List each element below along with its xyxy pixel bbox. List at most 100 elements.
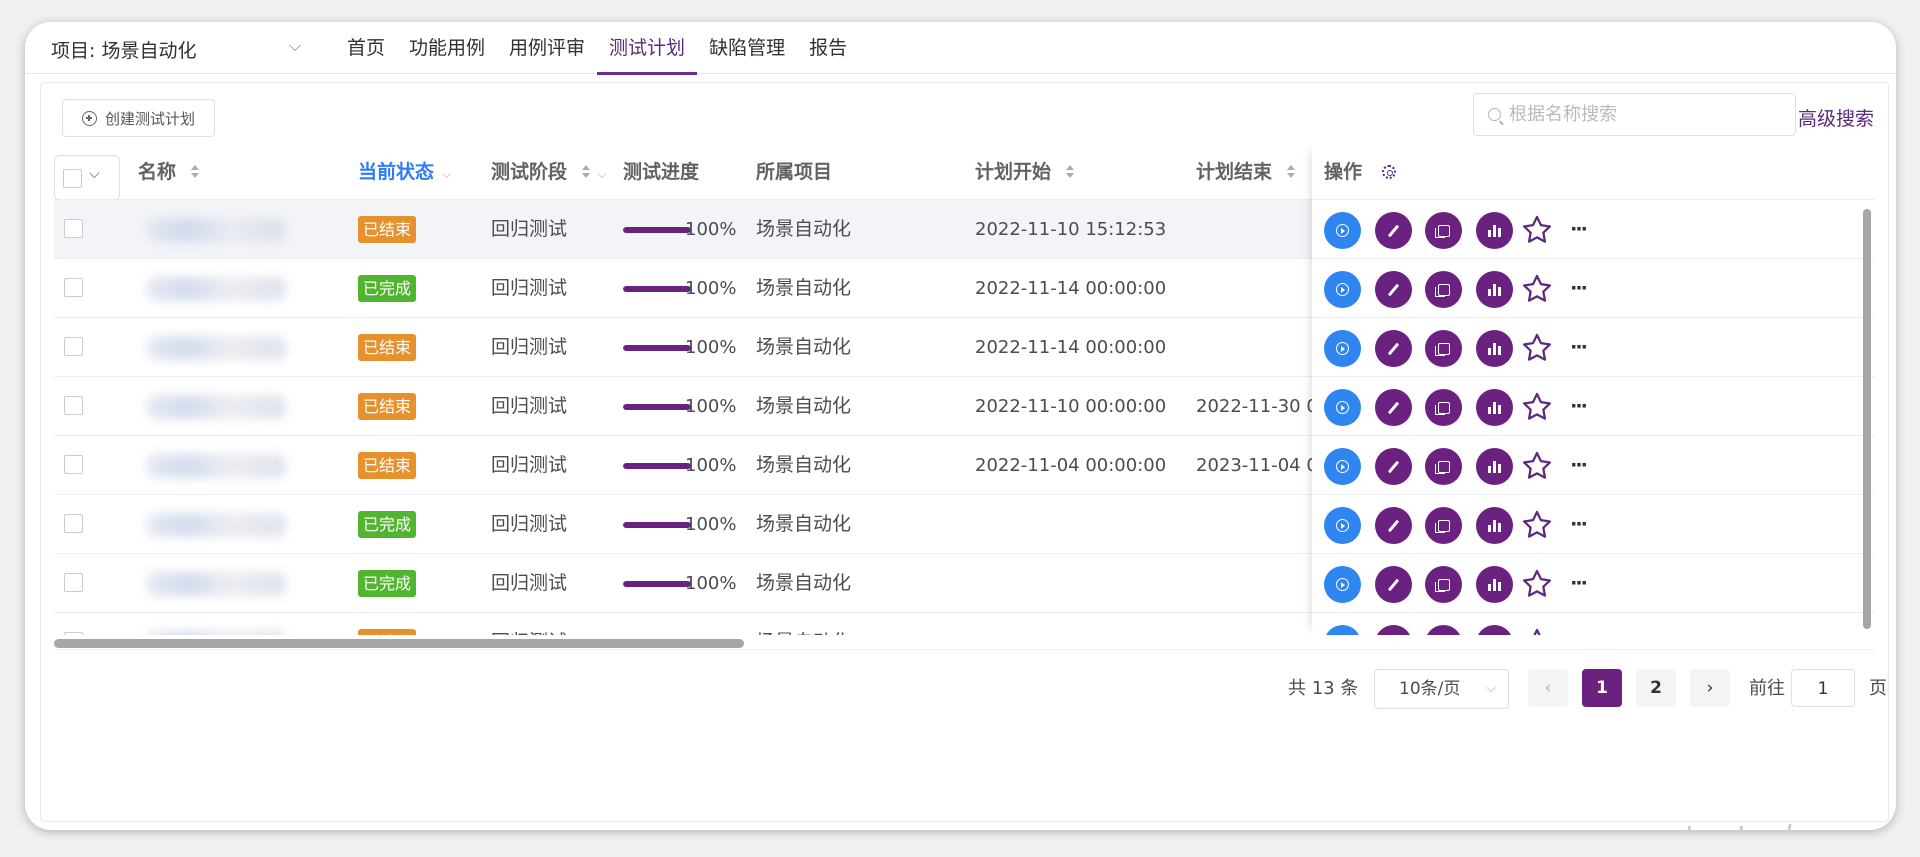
row-checkbox[interactable] <box>64 337 83 356</box>
plan-name-blurred[interactable] <box>146 395 286 419</box>
plan-name-blurred[interactable] <box>146 454 286 478</box>
edit-plan-button[interactable] <box>1375 566 1412 603</box>
chevron-down-icon: ⌵ <box>89 166 100 182</box>
column-header-stage[interactable]: 测试阶段 ⌵ <box>491 145 607 200</box>
page-size-select[interactable]: 10条/页 ⌵ <box>1374 669 1509 709</box>
run-plan-button[interactable] <box>1324 212 1361 249</box>
vertical-scrollbar[interactable] <box>1863 209 1871 629</box>
copy-plan-button[interactable] <box>1425 212 1462 249</box>
more-icon[interactable]: ··· <box>1565 273 1591 303</box>
page-button-2[interactable]: 2 <box>1636 669 1676 707</box>
star-icon[interactable] <box>1520 625 1554 635</box>
progress-text: 100% <box>685 278 737 299</box>
more-icon[interactable]: ··· <box>1565 450 1591 480</box>
plan-report-button[interactable] <box>1476 271 1513 308</box>
run-plan-button[interactable] <box>1324 566 1361 603</box>
plan-report-button[interactable] <box>1476 448 1513 485</box>
sort-icon[interactable] <box>1065 163 1074 179</box>
run-plan-button[interactable] <box>1324 625 1361 635</box>
edit-plan-button[interactable] <box>1375 212 1412 249</box>
filter-chevron-icon[interactable]: ⌵ <box>598 167 607 181</box>
plan-name-blurred[interactable] <box>146 572 286 596</box>
next-page-button[interactable]: › <box>1690 669 1730 707</box>
column-header-status[interactable]: 当前状态 ⌵ <box>358 145 451 200</box>
plan-name-blurred[interactable] <box>146 513 286 537</box>
search-box[interactable] <box>1473 93 1796 136</box>
edit-plan-button[interactable] <box>1375 448 1412 485</box>
row-checkbox[interactable] <box>64 632 83 635</box>
nav-tab[interactable]: 用例评审 <box>497 22 597 74</box>
column-header-name[interactable]: 名称 <box>138 145 199 200</box>
page-button-1[interactable]: 1 <box>1582 669 1622 707</box>
row-checkbox[interactable] <box>64 573 83 592</box>
search-input[interactable] <box>1509 104 1779 125</box>
advanced-search-link[interactable]: 高级搜索 <box>1798 104 1874 131</box>
more-icon[interactable]: ··· <box>1565 214 1591 244</box>
copy-plan-button[interactable] <box>1425 625 1462 635</box>
copy-plan-button[interactable] <box>1425 389 1462 426</box>
goto-page-input[interactable]: 1 <box>1791 669 1855 707</box>
run-plan-button[interactable] <box>1324 507 1361 544</box>
prev-page-button[interactable]: ‹ <box>1528 669 1568 707</box>
edit-plan-button[interactable] <box>1375 507 1412 544</box>
nav-tab[interactable]: 首页 <box>335 22 397 74</box>
more-icon[interactable]: ··· <box>1565 509 1591 539</box>
copy-plan-button[interactable] <box>1425 330 1462 367</box>
star-icon[interactable] <box>1520 448 1554 484</box>
select-all-checkbox[interactable] <box>63 169 82 188</box>
row-checkbox[interactable] <box>64 396 83 415</box>
run-plan-button[interactable] <box>1324 271 1361 308</box>
copy-plan-button[interactable] <box>1425 448 1462 485</box>
plan-report-button[interactable] <box>1476 566 1513 603</box>
edit-plan-button[interactable] <box>1375 330 1412 367</box>
star-icon[interactable] <box>1520 330 1554 366</box>
run-plan-button[interactable] <box>1324 389 1361 426</box>
plan-report-button[interactable] <box>1476 389 1513 426</box>
nav-tab[interactable]: 缺陷管理 <box>697 22 797 74</box>
select-all-dropdown[interactable]: ⌵ <box>54 155 120 201</box>
column-header-plan-end[interactable]: 计划结束 <box>1196 145 1295 200</box>
create-test-plan-button[interactable]: 创建测试计划 <box>62 99 215 137</box>
row-checkbox[interactable] <box>64 514 83 533</box>
more-icon[interactable]: ··· <box>1565 332 1591 362</box>
row-checkbox[interactable] <box>64 455 83 474</box>
nav-tab[interactable]: 报告 <box>797 22 859 74</box>
plan-name-blurred[interactable] <box>146 336 286 360</box>
row-checkbox[interactable] <box>64 278 83 297</box>
bar-chart-icon <box>1488 460 1501 473</box>
nav-tab[interactable]: 测试计划 <box>597 22 698 75</box>
sort-icon[interactable] <box>190 163 199 179</box>
star-icon[interactable] <box>1520 507 1554 543</box>
star-icon[interactable] <box>1520 271 1554 307</box>
plan-report-button[interactable] <box>1476 212 1513 249</box>
column-header-plan-start[interactable]: 计划开始 <box>975 145 1074 200</box>
nav-tab[interactable]: 功能用例 <box>397 22 497 74</box>
copy-plan-button[interactable] <box>1425 507 1462 544</box>
plan-report-button[interactable] <box>1476 625 1513 635</box>
sort-icon[interactable] <box>581 163 590 179</box>
plan-name-blurred[interactable] <box>146 277 286 301</box>
edit-plan-button[interactable] <box>1375 271 1412 308</box>
run-plan-button[interactable] <box>1324 448 1361 485</box>
project-select[interactable]: 项目: 场景自动化 ⌵ <box>51 36 301 62</box>
edit-plan-button[interactable] <box>1375 625 1412 635</box>
star-icon[interactable] <box>1520 389 1554 425</box>
copy-plan-button[interactable] <box>1425 271 1462 308</box>
row-checkbox[interactable] <box>64 219 83 238</box>
plan-report-button[interactable] <box>1476 507 1513 544</box>
more-icon[interactable]: ··· <box>1565 627 1591 635</box>
star-icon[interactable] <box>1520 212 1554 248</box>
plan-report-button[interactable] <box>1476 330 1513 367</box>
plan-name-blurred[interactable] <box>146 218 286 242</box>
filter-chevron-icon[interactable]: ⌵ <box>442 167 451 181</box>
copy-plan-button[interactable] <box>1425 566 1462 603</box>
more-icon[interactable]: ··· <box>1565 568 1591 598</box>
settings-gear-icon[interactable] <box>1382 165 1396 179</box>
plan-name-blurred[interactable] <box>146 631 286 635</box>
sort-icon[interactable] <box>1286 163 1295 179</box>
more-icon[interactable]: ··· <box>1565 391 1591 421</box>
horizontal-scrollbar[interactable] <box>54 639 744 648</box>
run-plan-button[interactable] <box>1324 330 1361 367</box>
star-icon[interactable] <box>1520 566 1554 602</box>
edit-plan-button[interactable] <box>1375 389 1412 426</box>
